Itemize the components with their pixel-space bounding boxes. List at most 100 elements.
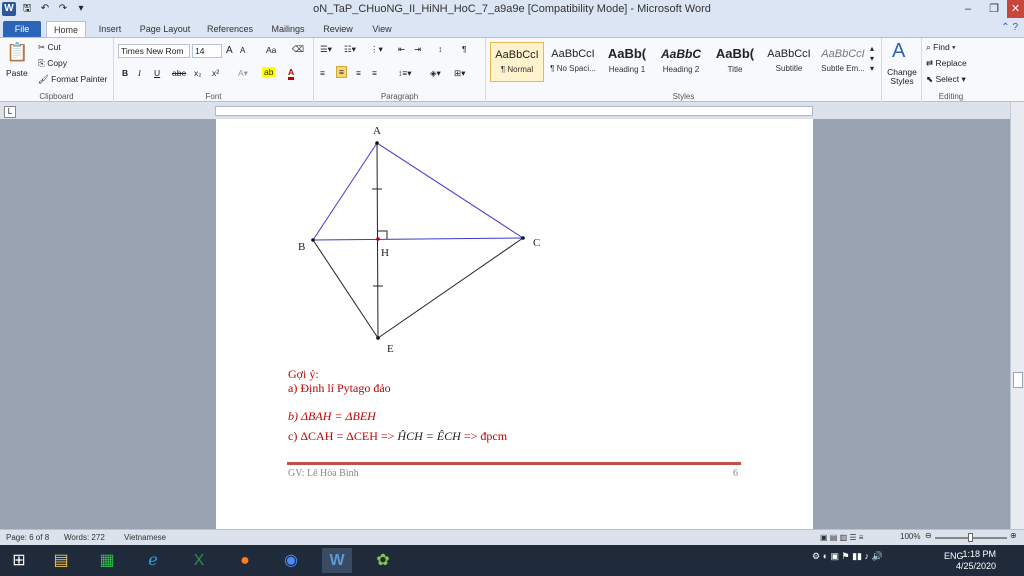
shading-icon[interactable]: ◈▾ [430, 68, 441, 79]
style-heading-1[interactable]: AaBb( Heading 1 [600, 42, 654, 82]
paste-button[interactable]: Paste [6, 68, 28, 78]
bold-button[interactable]: B [122, 68, 128, 78]
style-title[interactable]: AaBb( Title [708, 42, 762, 82]
format-painter-button[interactable]: 🖌 Format Painter [38, 74, 107, 85]
font-name-box[interactable]: Times New Rom [118, 44, 190, 58]
scroll-thumb[interactable] [1013, 372, 1023, 388]
chrome-icon[interactable]: ◉ [276, 548, 306, 573]
highlight-icon[interactable]: ab [262, 67, 276, 77]
subscript-button[interactable]: x₂ [194, 68, 202, 78]
cut-button[interactable]: ✂ Cut [38, 42, 61, 53]
close-button[interactable]: ✕ [1007, 0, 1024, 18]
superscript-button[interactable]: x² [212, 68, 219, 78]
find-button[interactable]: ⌕ Find ▾ [926, 42, 956, 53]
clipboard-group: 📋 Paste ✂ Cut ⎘ Copy 🖌 Format Painter Cl… [0, 38, 114, 102]
excel-icon[interactable]: X [184, 548, 214, 573]
style-normal[interactable]: AaBbCcI ¶ Normal [490, 42, 544, 82]
brush-icon: 🖌 [38, 74, 49, 84]
bullets-icon[interactable]: ☰▾ [320, 44, 332, 55]
minimize-button[interactable]: – [955, 0, 981, 18]
ribbon-tabs: File Home Insert Page Layout References … [0, 20, 1024, 37]
language-indicator[interactable]: Vietnamese [124, 533, 166, 542]
document-page[interactable]: A B C H E Gợi ý: a) Định lí Pytago đảo b… [216, 119, 813, 529]
zoom-out-icon[interactable]: ⊖ [925, 531, 932, 540]
point-c [521, 236, 525, 240]
styles-scroll-icon[interactable]: ▴ ▾ ▾ [870, 44, 874, 74]
select-button[interactable]: ⬉ Select ▾ [926, 74, 966, 85]
multilevel-list-icon[interactable]: ⋮▾ [370, 44, 383, 55]
italic-button[interactable]: I [138, 68, 141, 78]
shrink-font-button[interactable]: A [240, 46, 245, 55]
tab-mailings[interactable]: Mailings [266, 21, 310, 37]
hint-c: c) ΔCAH = ΔCEH => ĤCH = ÊCH => đpcm [288, 429, 507, 444]
align-right-icon[interactable]: ≡ [356, 68, 361, 78]
vertical-scrollbar[interactable] [1010, 102, 1024, 529]
line-spacing-icon[interactable]: ↕≡▾ [398, 68, 411, 79]
store-icon[interactable]: ▦ [92, 548, 122, 573]
change-case-button[interactable]: Aa [266, 45, 276, 55]
tab-selector-icon[interactable]: L [4, 106, 16, 118]
numbering-icon[interactable]: ☷▾ [344, 44, 356, 55]
word-count[interactable]: Words: 272 [64, 533, 105, 542]
tab-home[interactable]: Home [46, 21, 86, 37]
system-tray-icons[interactable]: ⚙ ◐ ▣ ⚑ ▮▮ ♪ 🔊 [812, 551, 883, 562]
show-formatting-icon[interactable]: ¶ [462, 44, 467, 54]
zoom-level[interactable]: 100% [900, 532, 920, 541]
decrease-indent-icon[interactable]: ⇤ [398, 44, 405, 55]
text-effects-icon[interactable]: A▾ [238, 68, 248, 79]
title-bar: W 🖫 ↶ ↷ ▾ oN_TaP_CHuoNG_II_HiNH_HoC_7_a9… [0, 0, 1024, 20]
font-size-box[interactable]: 14 [192, 44, 222, 58]
style-subtle-emphasis[interactable]: AaBbCcI Subtle Em... [816, 42, 870, 82]
view-buttons[interactable]: ▣ ▤ ▥ ☰ ≡ [820, 533, 863, 542]
clipboard-label: Clipboard [39, 92, 74, 101]
font-color-icon[interactable]: A [288, 67, 295, 80]
tab-insert[interactable]: Insert [92, 21, 128, 37]
help-icon[interactable]: ⌃ ? [1001, 22, 1018, 33]
ie-browser-icon[interactable]: ℯ [138, 548, 168, 573]
style-heading-2[interactable]: AaBbC Heading 2 [654, 42, 708, 82]
justify-icon[interactable]: ≡ [372, 68, 377, 78]
change-styles-button[interactable]: Change Styles [884, 68, 920, 86]
segment-ac [376, 142, 524, 239]
align-left-icon[interactable]: ≡ [320, 68, 325, 78]
copy-button[interactable]: ⎘ Copy [38, 58, 67, 69]
window-title: oN_TaP_CHuoNG_II_HiNH_HoC_7_a9a9e [Compa… [313, 3, 711, 15]
zoom-slider-knob[interactable] [968, 533, 973, 542]
clear-format-icon[interactable]: ⌫ [292, 44, 304, 55]
word-taskbar-icon[interactable]: W [322, 548, 352, 573]
tab-references[interactable]: References [202, 21, 258, 37]
label-e: E [387, 343, 394, 355]
borders-icon[interactable]: ⊞▾ [454, 68, 465, 79]
horizontal-ruler[interactable] [215, 106, 813, 116]
grow-font-button[interactable]: A [226, 45, 233, 56]
style-no-spacing[interactable]: AaBbCcI ¶ No Spaci... [546, 42, 600, 82]
label-b: B [298, 241, 305, 253]
replace-button[interactable]: ⇄ Replace [926, 58, 967, 69]
increase-indent-icon[interactable]: ⇥ [414, 44, 421, 55]
align-center-icon[interactable]: ≡ [336, 66, 347, 78]
hint-c-math: ĤCH = ÊCH [397, 429, 461, 443]
tab-file[interactable]: File [3, 21, 41, 37]
binoculars-icon: ⌕ [926, 42, 931, 52]
change-styles-icon[interactable]: A [892, 40, 905, 63]
file-explorer-icon[interactable]: ▤ [46, 548, 76, 573]
hint-c-prefix: c) ΔCAH = ΔCEH => [288, 429, 398, 443]
firefox-icon[interactable]: ● [230, 548, 260, 573]
style-subtitle[interactable]: AaBbCcI Subtitle [762, 42, 816, 82]
restore-button[interactable]: ❐ [981, 0, 1007, 18]
clock[interactable]: 1:18 PM 4/25/2020 [956, 548, 996, 572]
sort-icon[interactable]: ↕ [438, 44, 442, 54]
tab-view[interactable]: View [366, 21, 398, 37]
segment-ce [377, 237, 524, 339]
underline-button[interactable]: U [154, 68, 160, 78]
strikethrough-button[interactable]: abe [172, 68, 186, 78]
label-h: H [381, 247, 389, 259]
copy-icon: ⎘ [38, 58, 45, 68]
zoom-in-icon[interactable]: ⊕ [1010, 531, 1017, 540]
page-indicator[interactable]: Page: 6 of 8 [6, 533, 49, 542]
tab-page-layout[interactable]: Page Layout [136, 21, 194, 37]
app-taskbar-icon[interactable]: ✿ [368, 548, 398, 573]
windows-start-icon[interactable]: ⊞ [4, 548, 34, 573]
paste-icon[interactable]: 📋 [6, 42, 28, 63]
tab-review[interactable]: Review [318, 21, 358, 37]
